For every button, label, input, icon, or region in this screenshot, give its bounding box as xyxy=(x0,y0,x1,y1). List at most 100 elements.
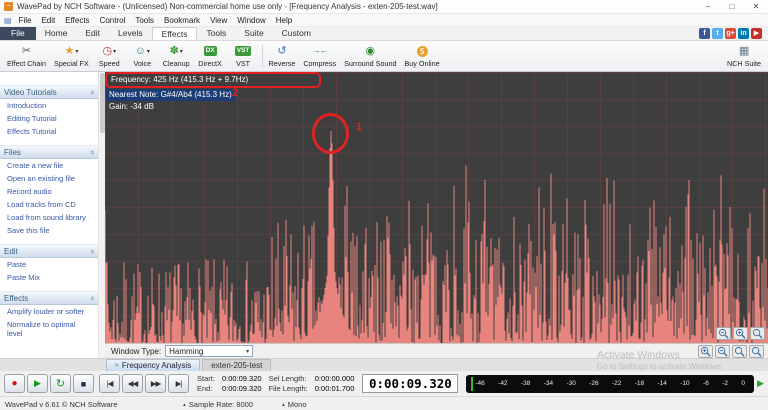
tab-label: Frequency Analysis xyxy=(122,361,191,370)
menu-item[interactable]: Bookmark xyxy=(159,16,205,25)
stop-button[interactable]: ■ xyxy=(73,374,94,393)
sidebar-item[interactable]: Record audio xyxy=(0,185,98,198)
zoom-in-button[interactable] xyxy=(733,327,748,340)
google-plus-icon[interactable]: g+ xyxy=(725,28,736,39)
ribbon-tab-levels[interactable]: Levels xyxy=(109,27,152,40)
transport-bar: ● ▶ ↻ ■ |◀ ◀◀ ▶▶ ▶| Start: 0:00:09.320 S… xyxy=(0,371,768,396)
sidebar-item[interactable]: Load from sound library xyxy=(0,211,98,224)
plot-zoom-buttons xyxy=(716,327,765,340)
menu-item[interactable]: Window xyxy=(232,16,270,25)
sidebar-item[interactable]: Paste xyxy=(0,258,98,271)
reverse-button[interactable]: ↺ Reverse xyxy=(265,42,300,70)
go-to-end-button[interactable]: ▶| xyxy=(168,374,189,393)
youtube-icon[interactable]: ▶ xyxy=(751,28,762,39)
section-header-edit[interactable]: Edit » xyxy=(0,244,98,258)
version-text: WavePad v 6.61 © NCH Software xyxy=(5,400,117,409)
special-fx-button[interactable]: ★▾ Special FX xyxy=(50,42,93,70)
annotation-1-label: 1 xyxy=(356,121,362,133)
menu-item[interactable]: File xyxy=(14,16,37,25)
twitter-icon[interactable]: t xyxy=(712,28,723,39)
zoom-out-button[interactable] xyxy=(716,327,731,340)
directx-button[interactable]: DX DirectX xyxy=(194,42,227,70)
section-header-video-tutorials[interactable]: Video Tutorials » xyxy=(0,85,98,99)
fast-forward-button[interactable]: ▶▶ xyxy=(145,374,166,393)
end-label: End: xyxy=(197,384,215,393)
sidebar-item[interactable]: Load tracks from CD xyxy=(0,198,98,211)
sidebar-section-video-tutorials: Video Tutorials » IntroductionEditing Tu… xyxy=(0,85,98,138)
zoom-in-button[interactable] xyxy=(698,345,713,358)
sidebar-item[interactable]: Open an existing file xyxy=(0,172,98,185)
ribbon-tab-effects[interactable]: Effects xyxy=(152,27,198,40)
zoom-full-button[interactable] xyxy=(750,327,765,340)
zoom-selection-button[interactable] xyxy=(732,345,747,358)
window-type-select[interactable]: Hamming ▾ xyxy=(165,345,253,357)
sidebar-item[interactable]: Editing Tutorial xyxy=(0,112,98,125)
sidebar-scrollbar[interactable] xyxy=(98,72,105,358)
sidebar-item[interactable]: Amplify louder or softer xyxy=(0,305,98,318)
ribbon-tab-home[interactable]: Home xyxy=(36,27,77,40)
sidebar-item[interactable]: Create a new file xyxy=(0,159,98,172)
meter-tick-label: -22 xyxy=(612,380,621,387)
sample-rate-field[interactable]: ▴Sample Rate: 8000 xyxy=(183,400,253,409)
vst-button[interactable]: VST VST xyxy=(227,42,260,70)
collapse-chevron-icon[interactable]: » xyxy=(87,296,96,300)
section-header-effects[interactable]: Effects » xyxy=(0,291,98,305)
sidebar-item[interactable]: Effects Tutorial xyxy=(0,125,98,138)
sidebar-item[interactable]: Introduction xyxy=(0,99,98,112)
toolbar-label: Special FX xyxy=(54,59,89,68)
collapse-chevron-icon[interactable]: » xyxy=(87,150,96,154)
window-type-value: Hamming xyxy=(169,347,203,356)
facebook-icon[interactable]: f xyxy=(699,28,710,39)
sidebar-item[interactable]: Save this file xyxy=(0,224,98,237)
meter-tick-label: -6 xyxy=(703,380,709,387)
section-header-files[interactable]: Files » xyxy=(0,145,98,159)
zoom-out-button[interactable] xyxy=(715,345,730,358)
cleanup-button[interactable]: ✽▾ Cleanup xyxy=(159,42,194,70)
maximize-button[interactable]: □ xyxy=(720,0,744,13)
menu-item[interactable]: Control xyxy=(95,16,131,25)
close-button[interactable]: ✕ xyxy=(744,0,768,13)
zoom-toolbar xyxy=(698,345,764,358)
channels-field[interactable]: ▴Mono xyxy=(282,400,307,409)
toolbar-label: NCH Suite xyxy=(727,59,761,68)
ribbon-tab-file[interactable]: File xyxy=(0,27,36,40)
sidebar: Video Tutorials » IntroductionEditing Tu… xyxy=(0,72,98,358)
vst-icon: VST xyxy=(235,46,252,56)
play-button[interactable]: ▶ xyxy=(27,374,48,393)
voice-button[interactable]: ☺▾ Voice xyxy=(126,42,159,70)
effect-chain-button[interactable]: ✂ Effect Chain xyxy=(3,42,50,70)
sidebar-item[interactable]: Paste Mix xyxy=(0,271,98,284)
linkedin-icon[interactable]: in xyxy=(738,28,749,39)
nearest-note-readout: Nearest Note: G#4/Ab4 (415.3 Hz) xyxy=(106,89,235,101)
sidebar-item[interactable]: Normalize to optimal level xyxy=(0,318,98,340)
minimize-button[interactable]: – xyxy=(696,0,720,13)
ribbon-tab-edit[interactable]: Edit xyxy=(76,27,109,40)
ribbon-tab-custom[interactable]: Custom xyxy=(273,27,320,40)
rewind-button[interactable]: ◀◀ xyxy=(122,374,143,393)
compress-button[interactable]: →← Compress xyxy=(299,42,340,70)
nch-suite-button[interactable]: ▦ NCH Suite xyxy=(723,42,765,70)
collapse-chevron-icon[interactable]: » xyxy=(87,90,96,94)
zoom-full-button[interactable] xyxy=(749,345,764,358)
menu-item[interactable]: Help xyxy=(271,16,297,25)
speed-button[interactable]: ◷▾ Speed xyxy=(93,42,126,70)
surround-sound-button[interactable]: ◉ Surround Sound xyxy=(340,42,400,70)
tab-exten-205-test[interactable]: exten-205-test xyxy=(202,359,271,371)
tab-frequency-analysis[interactable]: ≈ Frequency Analysis xyxy=(106,359,200,371)
menu-item[interactable]: View xyxy=(205,16,232,25)
ribbon-tab-suite[interactable]: Suite xyxy=(235,27,272,40)
frequency-readout-highlight-box: Frequency: 425 Hz (415.3 Hz + 9.7Hz) xyxy=(105,72,321,88)
ribbon-tab-tools[interactable]: Tools xyxy=(197,27,235,40)
special-fx-icon: ★ xyxy=(64,45,74,57)
record-button[interactable]: ● xyxy=(4,374,25,393)
menu-item[interactable]: Edit xyxy=(36,16,60,25)
menu-item[interactable]: Tools xyxy=(130,16,159,25)
scrollbar-thumb[interactable] xyxy=(100,73,105,133)
buy-online-button[interactable]: $ Buy Online xyxy=(400,42,443,70)
menu-item[interactable]: Effects xyxy=(60,16,94,25)
frequency-analysis-plot[interactable]: Frequency: 425 Hz (415.3 Hz + 9.7Hz) Nea… xyxy=(105,72,768,343)
meter-tick-label: -46 xyxy=(475,380,484,387)
loop-play-button[interactable]: ↻ xyxy=(50,374,71,393)
go-to-start-button[interactable]: |◀ xyxy=(99,374,120,393)
collapse-chevron-icon[interactable]: » xyxy=(87,249,96,253)
